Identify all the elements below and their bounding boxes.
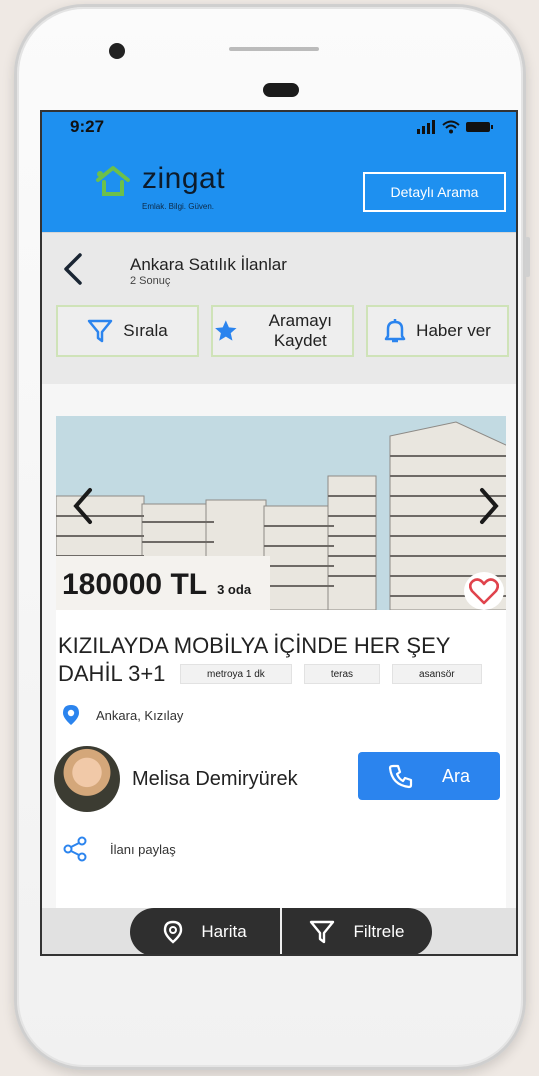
map-pin-icon [164, 920, 183, 944]
funnel-icon [310, 920, 335, 944]
filter-button[interactable]: Filtrele [282, 908, 432, 954]
status-icons [416, 120, 494, 134]
price-badge: 180000 TL 3 oda [56, 556, 270, 610]
status-time: 9:27 [70, 117, 105, 136]
favorite-button[interactable] [464, 572, 504, 610]
share-label: İlanı paylaş [110, 841, 176, 857]
zingat-logo[interactable]: zingat Emlak. Bilgi. Güven. [94, 162, 226, 211]
house-logo-icon [96, 166, 130, 196]
wifi-icon [442, 120, 460, 134]
app-screen: 9:27 zingat Emlak. Bilgi. Güven. Detaylı… [40, 110, 518, 956]
agent-row: Melisa Demiryürek [54, 746, 298, 812]
location-text: Ankara, Kızılay [96, 707, 184, 723]
map-label: Harita [201, 922, 247, 941]
agent-name[interactable]: Melisa Demiryürek [132, 768, 298, 791]
speaker-grille [263, 83, 299, 97]
save-search-button[interactable]: Aramayı Kaydet [211, 305, 354, 357]
filter-icon [88, 319, 113, 343]
bottom-action-pill: Harita Filtrele [130, 908, 432, 954]
share-icon [63, 836, 87, 862]
listing-card[interactable]: 180000 TL 3 oda KIZILAYDA MOBİLYA İÇİNDE… [54, 416, 506, 916]
agent-avatar[interactable] [54, 746, 120, 812]
back-button[interactable] [62, 249, 92, 289]
app-header: zingat Emlak. Bilgi. Güven. Detaylı Aram… [42, 142, 516, 232]
location-pin-icon [63, 705, 79, 725]
listing-photo[interactable]: 180000 TL 3 oda [56, 416, 506, 610]
logo-tagline: Emlak. Bilgi. Güven. [142, 202, 215, 211]
feature-tags: metroya 1 dk teras asansör [180, 664, 482, 684]
result-count: 2 Sonuç [130, 275, 171, 287]
feature-tag: teras [303, 664, 381, 684]
detailed-search-button[interactable]: Detaylı Arama [363, 172, 506, 212]
feature-tag: metroya 1 dk [180, 664, 292, 684]
bell-icon [384, 319, 406, 343]
status-bar: 9:27 [42, 112, 516, 142]
notify-button[interactable]: Haber ver [366, 305, 509, 357]
sort-button[interactable]: Sırala [56, 305, 199, 357]
feature-tag: asansör [392, 664, 482, 684]
list-subheader: Ankara Satılık İlanlar 2 Sonuç Sırala Ar… [42, 232, 516, 384]
page-title: Ankara Satılık İlanlar [130, 255, 287, 274]
heart-icon [469, 578, 499, 605]
battery-icon [466, 122, 493, 132]
room-count: 3 oda [217, 582, 252, 597]
photo-next-arrow[interactable] [474, 486, 504, 526]
volume-button [525, 237, 530, 277]
action-row: Sırala Aramayı Kaydet Haber ver [56, 305, 509, 357]
star-icon [215, 320, 237, 341]
listing-feed: 180000 TL 3 oda KIZILAYDA MOBİLYA İÇİNDE… [42, 384, 516, 954]
call-label: Ara [441, 765, 470, 786]
sensor-line [229, 47, 319, 51]
phone-icon [388, 764, 413, 789]
front-camera [109, 43, 125, 59]
chevron-left-icon [64, 253, 82, 285]
map-button[interactable]: Harita [130, 908, 280, 954]
call-button[interactable]: Ara [358, 752, 500, 800]
sort-label: Sırala [123, 321, 168, 340]
listing-price: 180000 TL [62, 568, 208, 601]
logo-text: zingat [142, 162, 226, 195]
share-row[interactable]: İlanı paylaş [62, 836, 176, 862]
location-row: Ankara, Kızılay [62, 704, 183, 726]
notify-label: Haber ver [416, 321, 491, 340]
filter-label: Filtrele [353, 922, 405, 941]
photo-prev-arrow[interactable] [68, 486, 98, 526]
signal-icon [417, 120, 435, 134]
save-search-label: Aramayı Kaydet [268, 311, 332, 350]
